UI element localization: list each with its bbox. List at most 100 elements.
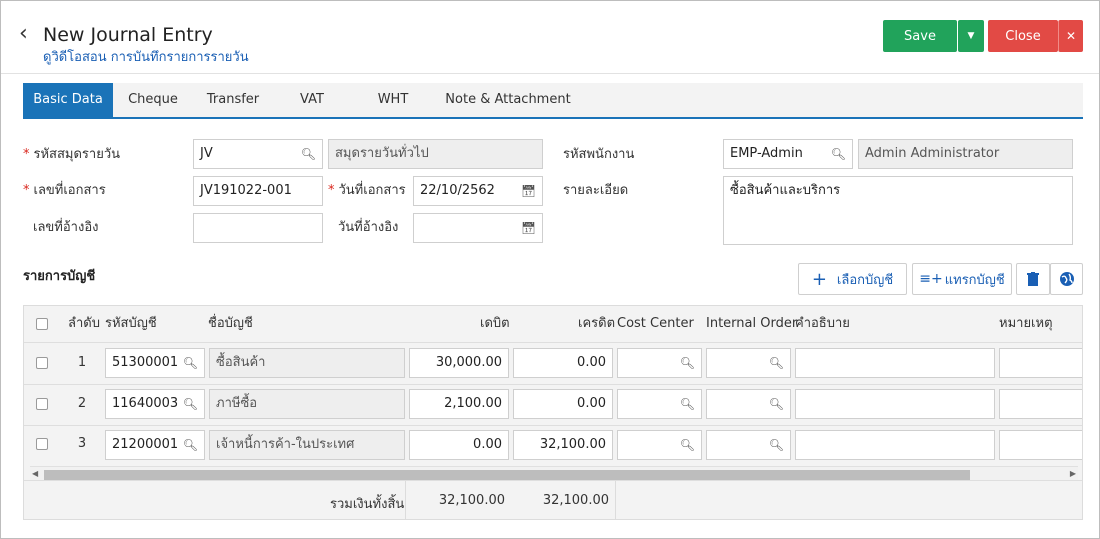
search-icon[interactable]: 🔍︎	[769, 390, 784, 418]
ref-no-input[interactable]	[193, 213, 323, 243]
tutorial-video-link[interactable]: ดูวิดีโอสอน การบันทึกรายการรายวัน	[43, 49, 249, 67]
cost-center-input[interactable]: 🔍︎	[617, 389, 702, 419]
row-seq: 3	[77, 436, 87, 451]
delete-row-button[interactable]	[1016, 263, 1050, 295]
close-button[interactable]: Close	[988, 20, 1058, 52]
row-checkbox[interactable]	[36, 398, 48, 410]
scroll-right-icon[interactable]: ▶	[1070, 468, 1076, 480]
required-marker: *	[328, 183, 335, 198]
ref-date-input[interactable]: 📅︎	[413, 213, 543, 243]
search-icon[interactable]: 🔍︎	[680, 349, 695, 377]
header-divider	[1, 73, 1099, 74]
tab-vat[interactable]: VAT	[285, 83, 339, 117]
employee-code-input[interactable]: EMP-Admin 🔍︎	[723, 139, 853, 169]
internal-order-input[interactable]: 🔍︎	[706, 348, 791, 378]
scroll-left-icon[interactable]: ◀	[32, 468, 38, 480]
row-checkbox[interactable]	[36, 357, 48, 369]
column-header-internal-order: Internal Order	[706, 316, 798, 331]
cost-center-input[interactable]: 🔍︎	[617, 348, 702, 378]
remark-input[interactable]	[999, 348, 1082, 378]
debit-input[interactable]: 2,100.00	[409, 389, 509, 419]
insert-account-label: แทรกบัญชี	[944, 272, 1005, 288]
search-icon[interactable]: 🔍︎	[183, 431, 198, 459]
column-header-seq: ลำดับ	[68, 316, 100, 331]
journal-code-input[interactable]: JV 🔍︎	[193, 139, 323, 169]
globe-button[interactable]	[1050, 263, 1083, 295]
row-divider	[24, 480, 1082, 481]
search-icon[interactable]: 🔍︎	[769, 431, 784, 459]
remark-input[interactable]	[999, 389, 1082, 419]
row-seq: 1	[77, 355, 87, 370]
credit-input[interactable]: 32,100.00	[513, 430, 613, 460]
column-header-account-code: รหัสบัญชี	[105, 316, 157, 331]
doc-date-label: * วันที่เอกสาร	[328, 183, 406, 198]
tab-bar: Basic Data Cheque Transfer VAT WHT Note …	[23, 83, 1083, 119]
total-credit: 32,100.00	[542, 493, 609, 508]
description-input[interactable]	[795, 430, 995, 460]
internal-order-input[interactable]: 🔍︎	[706, 430, 791, 460]
select-account-button[interactable]: + เลือกบัญชี	[798, 263, 907, 295]
search-icon[interactable]: 🔍︎	[183, 390, 198, 418]
internal-order-input[interactable]: 🔍︎	[706, 389, 791, 419]
credit-input[interactable]: 0.00	[513, 389, 613, 419]
close-x-button[interactable]: ✕	[1058, 20, 1083, 52]
tab-basic-data[interactable]: Basic Data	[23, 83, 113, 117]
row-divider	[24, 425, 1082, 426]
scrollbar-thumb[interactable]	[44, 470, 970, 480]
total-label: รวมเงินทั้งสิ้น	[330, 497, 405, 512]
search-icon[interactable]: 🔍︎	[831, 140, 846, 168]
save-button[interactable]: Save	[883, 20, 957, 52]
insert-account-button[interactable]: ≡+ แทรกบัญชี	[912, 263, 1012, 295]
insert-rows-icon: ≡+	[919, 271, 943, 287]
select-all-checkbox[interactable]	[36, 318, 48, 330]
horizontal-scrollbar[interactable]: ◀ ▶	[30, 466, 1078, 480]
doc-date-input[interactable]: 22/10/2562 📅︎	[413, 176, 543, 206]
calendar-icon[interactable]: 📅︎	[521, 214, 536, 242]
cost-center-input[interactable]: 🔍︎	[617, 430, 702, 460]
back-icon[interactable]: ‹	[19, 23, 28, 45]
search-icon[interactable]: 🔍︎	[301, 140, 316, 168]
journal-name-field: สมุดรายวันทั่วไป	[328, 139, 543, 169]
calendar-icon[interactable]: 📅︎	[521, 177, 536, 205]
column-header-cost-center: Cost Center	[617, 316, 694, 331]
description-input[interactable]	[795, 348, 995, 378]
account-code-input[interactable]: 51300001 🔍︎	[105, 348, 205, 378]
employee-name-field: Admin Administrator	[858, 139, 1073, 169]
search-icon[interactable]: 🔍︎	[769, 349, 784, 377]
column-header-remark: หมายเหตุ	[999, 316, 1053, 331]
accounts-section-title: รายการบัญชี	[23, 269, 96, 284]
doc-no-input[interactable]: JV191022-001	[193, 176, 323, 206]
tab-note-attachment[interactable]: Note & Attachment	[438, 83, 578, 117]
account-code-input[interactable]: 21200001 🔍︎	[105, 430, 205, 460]
search-icon[interactable]: 🔍︎	[183, 349, 198, 377]
row-seq: 2	[77, 396, 87, 411]
trash-icon	[1027, 272, 1039, 286]
tab-transfer[interactable]: Transfer	[198, 83, 268, 117]
description-textarea[interactable]: ซื้อสินค้าและบริการ	[723, 176, 1073, 245]
search-icon[interactable]: 🔍︎	[680, 431, 695, 459]
column-header-credit: เครดิต	[578, 316, 616, 331]
credit-input[interactable]: 0.00	[513, 348, 613, 378]
column-header-debit: เดบิต	[480, 316, 510, 331]
search-icon[interactable]: 🔍︎	[680, 390, 695, 418]
remark-input[interactable]	[999, 430, 1082, 460]
tab-wht[interactable]: WHT	[363, 83, 423, 117]
page-title: New Journal Entry	[43, 24, 213, 46]
employee-code-label: รหัสพนักงาน	[563, 147, 635, 162]
required-marker: *	[23, 183, 30, 198]
column-header-description: คำอธิบาย	[795, 316, 850, 331]
row-checkbox[interactable]	[36, 438, 48, 450]
debit-input[interactable]: 30,000.00	[409, 348, 509, 378]
save-dropdown-button[interactable]: ▼	[958, 20, 984, 52]
debit-input[interactable]: 0.00	[409, 430, 509, 460]
ref-date-label: วันที่อ้างอิง	[338, 220, 399, 235]
description-label: รายละเอียด	[563, 183, 629, 198]
globe-icon	[1059, 272, 1074, 286]
description-input[interactable]	[795, 389, 995, 419]
select-account-label: เลือกบัญชี	[836, 272, 894, 288]
plus-icon: +	[811, 268, 827, 290]
doc-no-label: * เลขที่เอกสาร	[23, 183, 106, 198]
total-debit: 32,100.00	[438, 493, 505, 508]
tab-cheque[interactable]: Cheque	[119, 83, 187, 117]
account-code-input[interactable]: 11640003 🔍︎	[105, 389, 205, 419]
